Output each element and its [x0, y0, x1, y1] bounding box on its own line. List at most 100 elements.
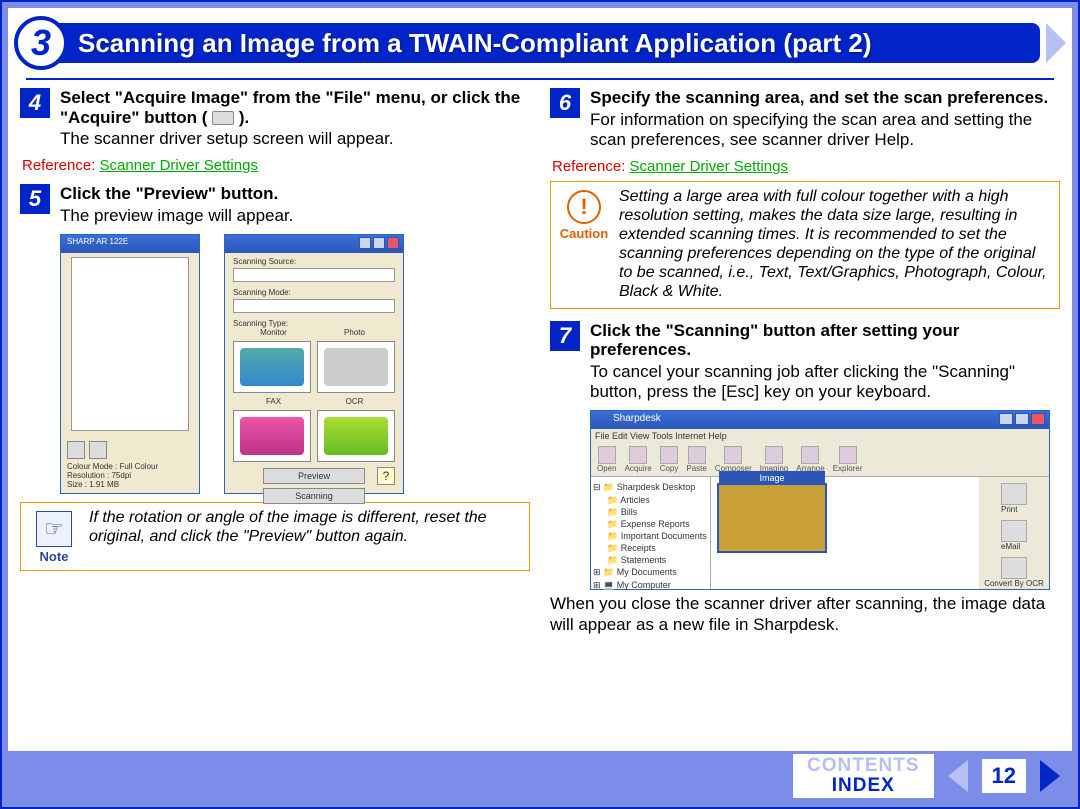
contents-link[interactable]: CONTENTS: [807, 756, 920, 776]
scanning-source-select: [233, 268, 395, 282]
step-5: 5 Click the "Preview" button. The previe…: [20, 184, 530, 226]
contents-index-box[interactable]: CONTENTS INDEX: [793, 754, 934, 798]
page-inner: 3 Scanning an Image from a TWAIN-Complia…: [8, 8, 1072, 801]
preview-controls: [67, 441, 107, 459]
type-tile-fax: [233, 410, 311, 462]
window-title: Sharpdesk: [613, 413, 661, 424]
caution-callout: ! Caution Setting a large area with full…: [550, 181, 1060, 308]
index-link[interactable]: INDEX: [807, 776, 920, 796]
toolbar-composer: Composer: [715, 446, 752, 473]
preview-stats: Colour Mode : Full Colour Resolution : 7…: [67, 463, 158, 489]
side-ocr: Convert By OCR: [984, 557, 1044, 588]
scanning-button: Scanning: [263, 488, 365, 504]
section-number-badge: 3: [14, 16, 68, 70]
close-icon: [1031, 413, 1045, 425]
type-label-photo: Photo: [314, 328, 395, 337]
folder-tree: ⊟ 📁 Sharpdesk Desktop 📁 Articles 📁 Bills…: [591, 477, 711, 589]
max-icon: [1015, 413, 1029, 425]
type-label-monitor: Monitor: [233, 328, 314, 337]
step-4: 4 Select "Acquire Image" from the "File"…: [20, 88, 530, 149]
toolbar-open: Open: [597, 446, 617, 473]
step-7: 7 Click the "Scanning" button after sett…: [550, 321, 1060, 403]
label-scanning-source: Scanning Source:: [233, 257, 395, 266]
note-body: If the rotation or angle of the image is…: [89, 509, 519, 547]
reference-line: Reference: Scanner Driver Settings: [22, 157, 530, 174]
caution-icon: !: [567, 190, 601, 224]
close-icon: [387, 237, 399, 249]
step-6: 6 Specify the scanning area, and set the…: [550, 88, 1060, 150]
type-label-ocr: OCR: [314, 397, 395, 406]
toolbar-copy: Copy: [660, 446, 679, 473]
type-tile-monitor: [233, 341, 311, 393]
preview-area: [71, 257, 189, 431]
page-frame: 3 Scanning an Image from a TWAIN-Complia…: [0, 0, 1080, 809]
left-column: 4 Select "Acquire Image" from the "File"…: [20, 88, 530, 635]
step-title-part-a: Select "Acquire Image" from the "File" m…: [60, 88, 520, 127]
label-scanning-mode: Scanning Mode:: [233, 288, 395, 297]
toolbar-paste: Paste: [686, 446, 706, 473]
side-print: Print: [1001, 483, 1027, 514]
side-email: eMail: [1001, 520, 1027, 551]
min-icon: [359, 237, 371, 249]
prev-page-arrow-icon[interactable]: [948, 760, 968, 792]
step-title: Select "Acquire Image" from the "File" m…: [60, 88, 530, 127]
step-number-badge: 6: [550, 88, 580, 118]
reference-label: Reference:: [22, 157, 95, 174]
acquire-button-icon: [212, 111, 234, 125]
toolbar-imaging: Imaging: [760, 446, 788, 473]
closing-text: When you close the scanner driver after …: [550, 594, 1060, 635]
title-bar: 3 Scanning an Image from a TWAIN-Complia…: [8, 8, 1072, 80]
rotate-icon: [67, 441, 85, 459]
step-text: The scanner driver setup screen will app…: [60, 129, 530, 149]
stat-size: Size : 1.91 MB: [67, 481, 158, 490]
side-actions: Print eMail Convert By OCR: [979, 477, 1049, 589]
type-label-fax: FAX: [233, 397, 314, 406]
step-title: Click the "Scanning" button after settin…: [590, 321, 1060, 360]
scanner-preview-window: Colour Mode : Full Colour Resolution : 7…: [60, 234, 200, 494]
divider: [26, 78, 1054, 80]
preview-button: Preview: [263, 468, 365, 484]
toolbar-explorer: Explorer: [833, 446, 863, 473]
min-icon: [999, 413, 1013, 425]
menu-bar: File Edit View Tools Internet Help: [591, 429, 1049, 443]
reference-link[interactable]: Scanner Driver Settings: [630, 158, 788, 175]
step-number-badge: 7: [550, 321, 580, 351]
content-columns: 4 Select "Acquire Image" from the "File"…: [8, 84, 1072, 635]
step-title: Click the "Preview" button.: [60, 184, 530, 204]
step-title: Specify the scanning area, and set the s…: [590, 88, 1060, 108]
toolbar-arrange: Arrange: [796, 446, 824, 473]
max-icon: [373, 237, 385, 249]
image-thumbnail: [717, 483, 827, 553]
right-column: 6 Specify the scanning area, and set the…: [550, 88, 1060, 635]
step-number-badge: 4: [20, 88, 50, 118]
reference-label: Reference:: [552, 158, 625, 175]
step-text: The preview image will appear.: [60, 206, 530, 226]
footer-bar: CONTENTS INDEX 12: [8, 751, 1072, 801]
scanning-mode-select: [233, 299, 395, 313]
reference-link[interactable]: Scanner Driver Settings: [100, 157, 258, 174]
step-title-part-b: ).: [239, 108, 249, 127]
label-scanning-type: Scanning Type:: [233, 319, 395, 328]
note-callout: ☞ Note If the rotation or angle of the i…: [20, 502, 530, 571]
title-arrow-icon: [1046, 23, 1066, 63]
toolbar-acquire: Acquire: [625, 446, 652, 473]
flip-icon: [89, 441, 107, 459]
next-page-arrow-icon[interactable]: [1040, 760, 1060, 792]
scanner-settings-window: Scanning Source: Scanning Mode: Scanning…: [224, 234, 404, 494]
caution-label: Caution: [560, 226, 608, 241]
page-title: Scanning an Image from a TWAIN-Compliant…: [42, 23, 1040, 63]
reference-line: Reference: Scanner Driver Settings: [552, 158, 1060, 175]
type-tile-ocr: [317, 410, 395, 462]
step-text: For information on specifying the scan a…: [590, 110, 1060, 151]
step-text: To cancel your scanning job after clicki…: [590, 362, 1060, 403]
step-number-badge: 5: [20, 184, 50, 214]
help-icon: ?: [377, 467, 395, 485]
sharpdesk-screenshot: Sharpdesk File Edit View Tools Internet …: [590, 410, 1050, 590]
content-pane: [711, 477, 979, 589]
caution-body: Setting a large area with full colour to…: [619, 188, 1049, 301]
type-tile-photo: [317, 341, 395, 393]
note-label: Note: [40, 549, 69, 564]
page-number: 12: [982, 759, 1026, 793]
note-icon: ☞: [36, 511, 72, 547]
preview-thumbnails: Colour Mode : Full Colour Resolution : 7…: [60, 234, 530, 494]
